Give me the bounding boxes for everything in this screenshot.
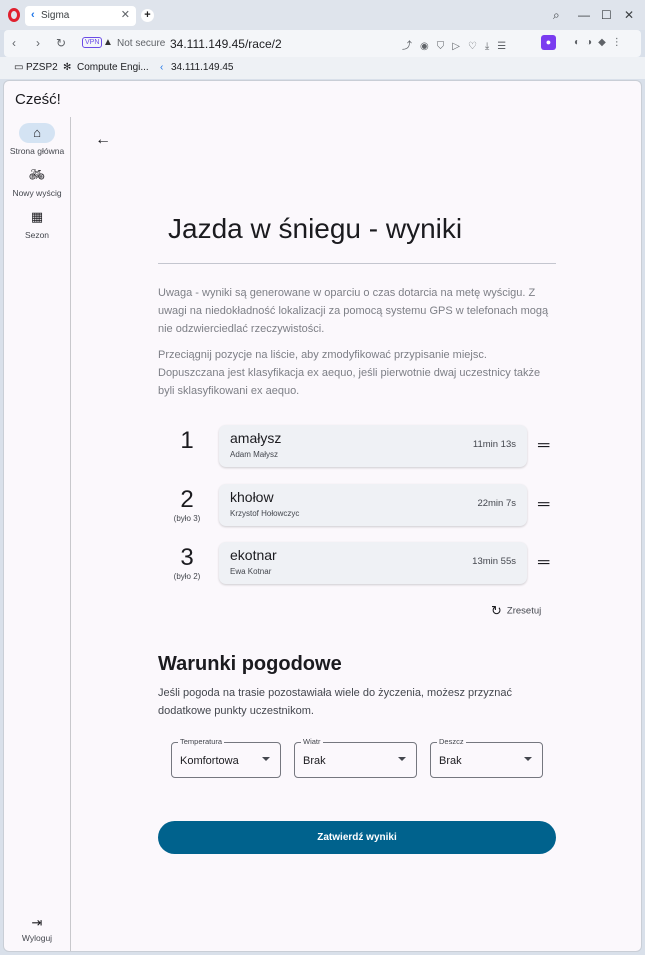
result-nickname: ekotnar <box>230 547 277 563</box>
flutter-bookmark-icon: ‹ <box>160 62 164 73</box>
drag-handle-icon[interactable]: ═ <box>538 437 549 455</box>
bike-icon: 🚲︎ <box>28 167 46 182</box>
compute-engine-icon: ✻ <box>63 62 72 73</box>
result-card[interactable]: amałysz Adam Małysz 11min 13s <box>219 425 527 467</box>
select-label: Wiatr <box>301 737 323 746</box>
greeting: Cześć! <box>15 91 61 108</box>
bookmark-compute-engine[interactable]: Compute Engi... <box>77 62 149 73</box>
result-time: 13min 55s <box>472 556 516 567</box>
calendar-icon: ▦ <box>30 209 44 224</box>
result-row[interactable]: 1 amałysz Adam Małysz 11min 13s ═ <box>158 425 558 469</box>
flutter-favicon-icon: ‹ <box>31 9 35 21</box>
app-window: Cześć! ⌂ Strona główna 🚲︎ Nowy wyścig ▦ … <box>3 80 642 952</box>
extension-icons[interactable]: ◐◑◆⋮ <box>574 37 628 48</box>
result-time: 22min 7s <box>477 498 516 509</box>
rail-label-new-race: Nowy wyścig <box>12 188 62 198</box>
minimize-icon[interactable]: — <box>578 8 590 22</box>
logout-icon: ⇥ <box>31 915 43 930</box>
rail-item-season[interactable]: ▦ Sezon <box>4 207 70 240</box>
drag-handle-icon[interactable]: ═ <box>538 554 549 572</box>
result-previous-position: (było 3) <box>173 514 201 523</box>
back-nav-icon[interactable]: ‹ <box>12 36 16 50</box>
rail-label-home: Strona główna <box>9 146 65 156</box>
bookmark-pzsp2[interactable]: PZSP2 <box>26 62 58 73</box>
bookmarks-bar: ▭ PZSP2 ✻ Compute Engi... ‹ 34.111.149.4… <box>0 57 645 79</box>
result-position: 3 <box>180 544 194 571</box>
weather-section-title: Warunki pogodowe <box>158 653 342 675</box>
rail-item-home[interactable]: ⌂ Strona główna <box>4 123 70 156</box>
select-label: Deszcz <box>437 737 466 746</box>
result-fullname: Adam Małysz <box>230 450 279 459</box>
select-value: Komfortowa <box>180 755 239 767</box>
result-position: 1 <box>180 427 194 454</box>
wind-select[interactable]: Wiatr Brak <box>294 737 417 778</box>
tab-title: Sigma <box>41 10 70 21</box>
address-bar: ‹ › ↻ VPN ▲ Not secure 34.111.149.45/rac… <box>4 30 641 57</box>
new-tab-button[interactable]: + <box>141 9 154 22</box>
address-bar-action-icons[interactable]: ⤴◉⛉▷♡⤓☰ <box>402 37 514 52</box>
browser-tab[interactable]: ‹ Sigma ✕ <box>25 6 136 26</box>
bookmark-folder-icon: ▭ <box>14 62 24 73</box>
drag-instructions-text: Przeciągnij pozycje na liście, aby zmody… <box>158 349 541 397</box>
close-window-icon[interactable]: ✕ <box>624 8 634 22</box>
page-title: Jazda w śniegu - wyniki <box>168 213 463 244</box>
tab-close-icon[interactable]: ✕ <box>121 8 130 21</box>
dropdown-arrow-icon <box>398 757 406 761</box>
dropdown-arrow-icon <box>262 757 270 761</box>
logout-label: Wyloguj <box>21 933 53 943</box>
result-nickname: amałysz <box>230 430 282 446</box>
result-fullname: Ewa Kotnar <box>230 567 272 576</box>
not-secure-label[interactable]: Not secure <box>117 38 165 49</box>
select-value: Brak <box>439 755 462 767</box>
reset-icon: ↻ <box>491 603 502 618</box>
vpn-badge[interactable]: VPN <box>82 37 103 48</box>
result-fullname: Krzystof Hołowczyc <box>230 509 300 518</box>
reload-icon[interactable]: ↻ <box>56 36 66 50</box>
opera-logo-icon[interactable] <box>8 8 20 22</box>
gps-warning-text: Uwaga - wyniki są generowane w oparciu o… <box>158 287 549 335</box>
result-previous-position: (było 2) <box>173 572 201 581</box>
result-row[interactable]: 2 (było 3) khołow Krzystof Hołowczyc 22m… <box>158 484 558 528</box>
navigation-rail: ⌂ Strona główna 🚲︎ Nowy wyścig ▦ Sezon <box>4 117 71 951</box>
rain-select[interactable]: Deszcz Brak <box>430 737 543 778</box>
title-divider <box>158 263 556 264</box>
back-arrow-icon[interactable]: ← <box>95 131 111 149</box>
search-tabs-icon[interactable]: ⌕ <box>553 8 560 23</box>
submit-results-button[interactable]: Zatwierdź wyniki <box>158 821 556 854</box>
home-icon: ⌂ <box>19 123 55 143</box>
url-field[interactable]: 34.111.149.45/race/2 <box>170 37 282 51</box>
profile-icon[interactable]: ● <box>541 35 556 50</box>
reset-label: Zresetuj <box>506 605 542 617</box>
result-row[interactable]: 3 (było 2) ekotnar Ewa Kotnar 13min 55s … <box>158 542 558 586</box>
temperature-select[interactable]: Temperatura Komfortowa <box>171 737 281 778</box>
result-card[interactable]: khołow Krzystof Hołowczyc 22min 7s <box>219 484 527 526</box>
browser-tabbar: ‹ Sigma ✕ + ⌕ — ☐ ✕ <box>0 0 645 30</box>
result-position: 2 <box>180 486 194 513</box>
bookmark-ip[interactable]: 34.111.149.45 <box>171 62 233 73</box>
result-card[interactable]: ekotnar Ewa Kotnar 13min 55s <box>219 542 527 584</box>
dropdown-arrow-icon <box>524 757 532 761</box>
result-time: 11min 13s <box>472 439 516 450</box>
result-nickname: khołow <box>230 489 274 505</box>
drag-handle-icon[interactable]: ═ <box>538 496 549 514</box>
rail-label-season: Sezon <box>24 230 50 240</box>
select-value: Brak <box>303 755 326 767</box>
rail-item-new-race[interactable]: 🚲︎ Nowy wyścig <box>4 165 70 198</box>
forward-nav-icon[interactable]: › <box>36 36 40 50</box>
warning-icon: ▲ <box>103 37 113 48</box>
weather-description: Jeśli pogoda na trasie pozostawiała wiel… <box>158 687 513 717</box>
maximize-icon[interactable]: ☐ <box>601 8 612 22</box>
reset-button[interactable]: ↻ Zresetuj <box>491 603 541 619</box>
logout-button[interactable]: ⇥ Wyloguj <box>4 915 70 943</box>
select-label: Temperatura <box>178 737 225 746</box>
